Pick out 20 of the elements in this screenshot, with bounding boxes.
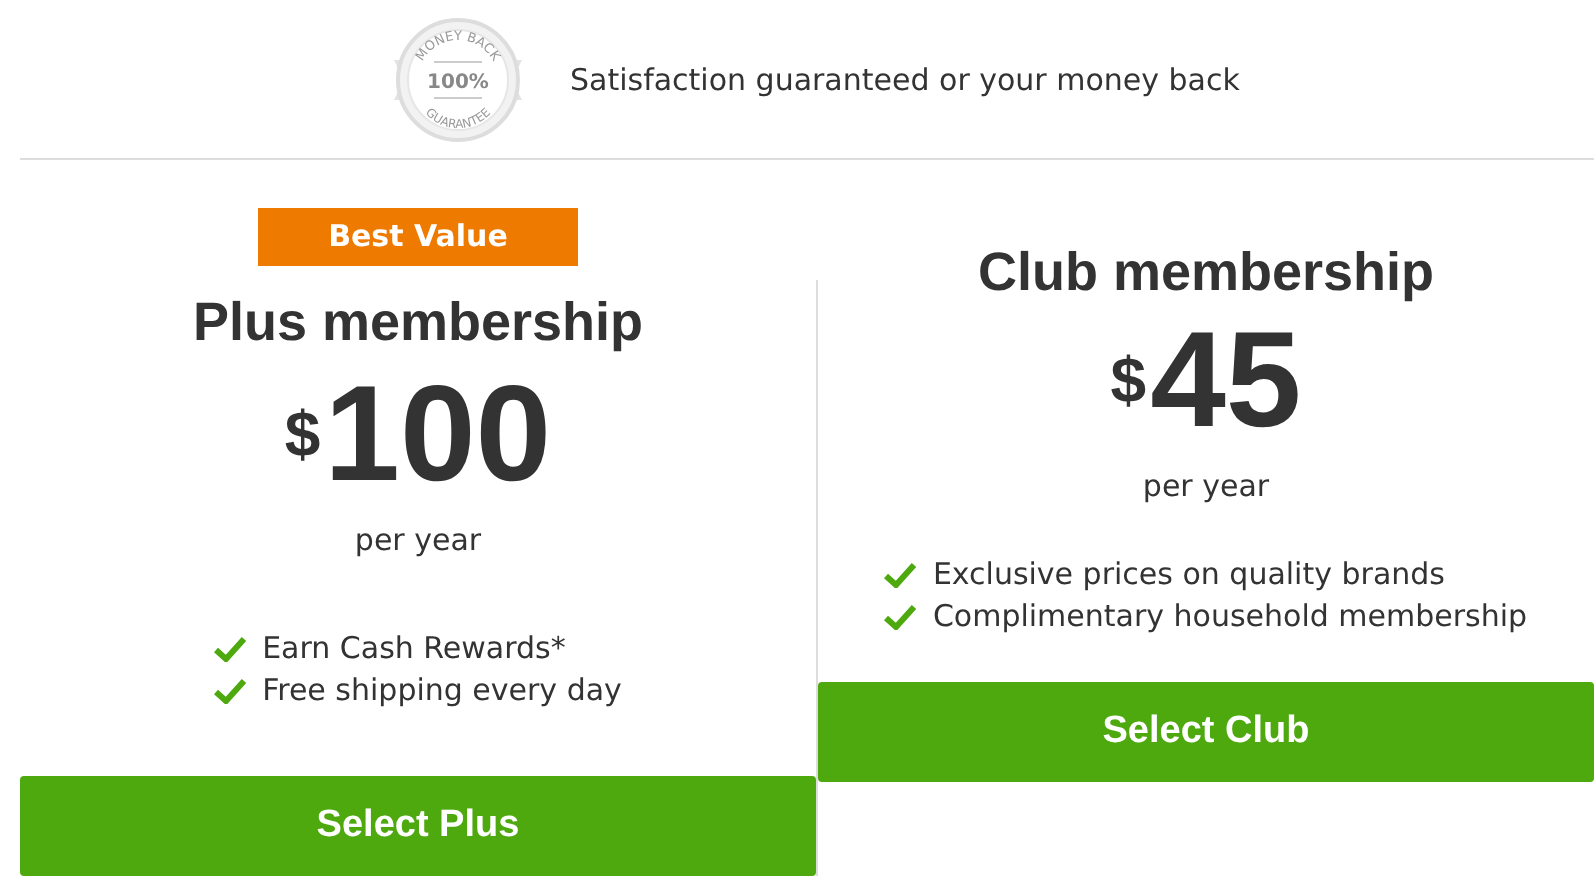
check-icon — [214, 677, 247, 703]
feature-text: Complimentary household membership — [932, 598, 1528, 634]
check-icon — [214, 635, 247, 661]
guarantee-text: Satisfaction guaranteed or your money back — [570, 61, 1240, 97]
plan-price: 100 — [324, 366, 552, 502]
best-value-badge: Best Value — [258, 208, 578, 266]
currency-symbol: $ — [284, 402, 321, 466]
feature-text: Free shipping every day — [262, 672, 622, 708]
feature-text: Earn Cash Rewards* — [262, 630, 566, 666]
select-plan-button[interactable]: Select Club — [818, 682, 1594, 782]
currency-symbol: $ — [1110, 348, 1147, 412]
price-period: per year — [354, 522, 482, 558]
plan-title: Club membership — [977, 240, 1435, 306]
select-plan-button[interactable]: Select Plus — [20, 776, 816, 876]
feature-text: Exclusive prices on quality brands — [932, 556, 1445, 592]
price-period: per year — [1142, 468, 1270, 504]
check-icon — [884, 603, 917, 629]
plan-title: Plus membership — [192, 290, 644, 356]
check-icon — [884, 561, 917, 587]
plan-price: 45 — [1150, 312, 1302, 448]
